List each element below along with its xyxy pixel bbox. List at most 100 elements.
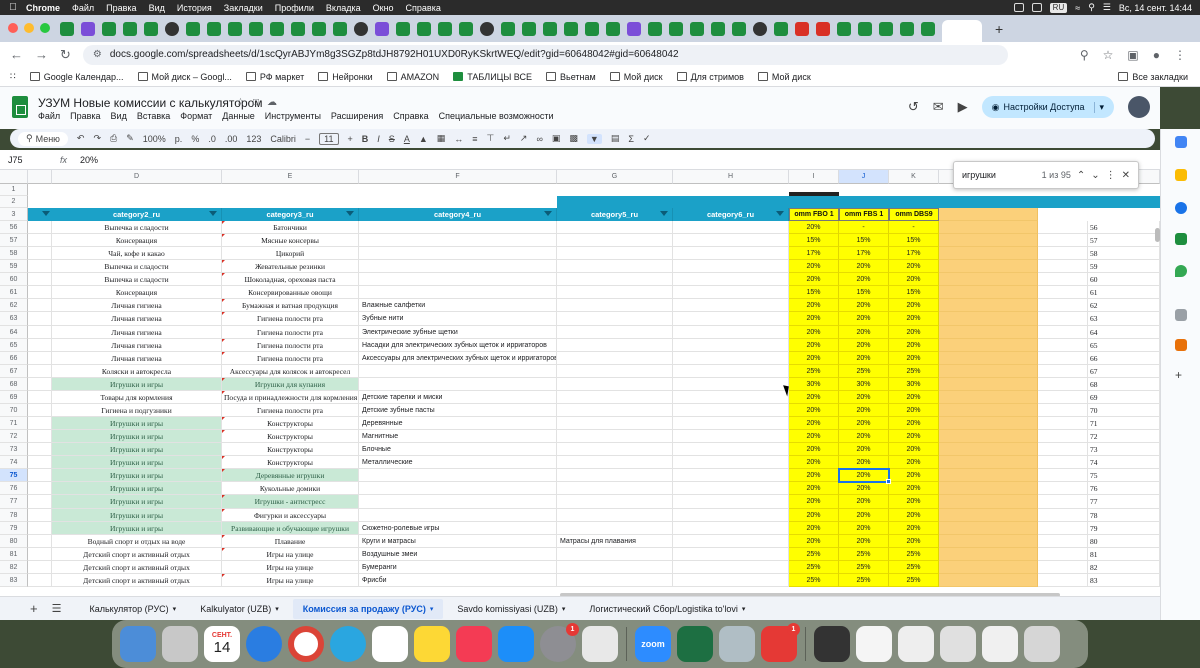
table-cell-l[interactable] xyxy=(939,534,1038,548)
row-header-1[interactable]: 1 xyxy=(0,184,28,196)
table-cell-j[interactable]: 20% xyxy=(839,312,889,326)
name-box[interactable]: J75 xyxy=(0,155,60,165)
table-cell-k[interactable]: 20% xyxy=(889,495,939,509)
bookmark-my-drive[interactable]: Мой диск – Googl... xyxy=(137,72,232,82)
table-cell-f[interactable]: Влажные салфетки xyxy=(359,299,557,313)
menu-format[interactable]: Формат xyxy=(180,111,212,121)
table-cell-k[interactable]: 20% xyxy=(889,299,939,313)
menu-file[interactable]: Файл xyxy=(38,111,60,121)
row-header-3[interactable]: 3 xyxy=(0,208,28,221)
table-cell-j[interactable]: 25% xyxy=(839,560,889,574)
browser-tab[interactable] xyxy=(921,21,935,36)
row-header[interactable]: 63 xyxy=(0,312,28,326)
table-cell-h[interactable] xyxy=(673,521,789,535)
table-cell-l[interactable] xyxy=(939,312,1038,326)
table-cell-g[interactable] xyxy=(557,377,673,391)
table-cell-m[interactable] xyxy=(1038,534,1088,548)
menu-view[interactable]: Вид xyxy=(149,3,165,13)
formula-input[interactable]: 20% xyxy=(80,155,98,165)
all-bookmarks[interactable]: Все закладки xyxy=(1118,72,1188,82)
column-header-f[interactable]: F xyxy=(359,170,557,184)
table-cell-h[interactable] xyxy=(673,534,789,548)
table-cell-e[interactable]: Гигиена полости рта xyxy=(222,351,359,365)
table-cell-m[interactable] xyxy=(1038,221,1088,235)
table-cell-e[interactable]: Игры на улице xyxy=(222,573,359,587)
table-cell[interactable] xyxy=(28,312,52,326)
table-cell-e[interactable]: Цикорий xyxy=(222,247,359,261)
table-cell-h[interactable] xyxy=(673,443,789,457)
orange-column-cell[interactable] xyxy=(939,208,1038,221)
bookmark-google-calendar[interactable]: Google Календар... xyxy=(29,72,124,82)
table-cell-l[interactable] xyxy=(939,351,1038,365)
decrease-decimal-button[interactable]: .0 xyxy=(208,134,216,144)
table-cell-l[interactable] xyxy=(939,521,1038,535)
table-cell-n[interactable]: 65 xyxy=(1088,338,1160,352)
table-cell-d[interactable]: Игрушки и игры xyxy=(52,417,222,431)
row-header[interactable]: 57 xyxy=(0,234,28,248)
battery-icon[interactable] xyxy=(1031,3,1042,12)
table-cell-e[interactable]: Гигиена полости рта xyxy=(222,338,359,352)
filter-icon[interactable] xyxy=(209,211,217,216)
table-cell-d[interactable]: Игрушки и игры xyxy=(52,456,222,470)
row-header[interactable]: 58 xyxy=(0,247,28,261)
bookmark-vietnam[interactable]: Вьетнам xyxy=(546,72,596,82)
table-cell-m[interactable] xyxy=(1038,390,1088,404)
insert-chart-icon[interactable]: ▩ xyxy=(569,133,578,144)
table-cell[interactable] xyxy=(28,573,52,587)
table-cell-k[interactable]: 20% xyxy=(889,338,939,352)
table-cell-f[interactable]: Электрические зубные щетки xyxy=(359,325,557,339)
table-cell-k[interactable]: 20% xyxy=(889,508,939,522)
browser-tab[interactable] xyxy=(207,21,221,36)
table-cell[interactable] xyxy=(28,534,52,548)
apps-grid-icon[interactable]: ∷ xyxy=(10,71,16,82)
table-cell-e[interactable]: Конструкторы xyxy=(222,430,359,444)
table-cell-m[interactable] xyxy=(1038,560,1088,574)
table-cell-i[interactable]: 15% xyxy=(789,234,839,248)
table-cell-i[interactable]: 20% xyxy=(789,351,839,365)
table-cell-e[interactable]: Мясные консервы xyxy=(222,234,359,248)
sheet-tab-calculator-rus[interactable]: Калькулятор (РУС) ▾ xyxy=(79,599,186,619)
input-language-indicator[interactable]: RU xyxy=(1049,2,1068,13)
table-cell-i[interactable]: 20% xyxy=(789,299,839,313)
table-cell-d[interactable]: Консервация xyxy=(52,234,222,248)
header-category5[interactable]: category5_ru xyxy=(557,208,673,221)
table-cell-f[interactable]: Фрисби xyxy=(359,573,557,587)
table-cell-d[interactable]: Детский спорт и активный отдых xyxy=(52,560,222,574)
table-cell-e[interactable]: Шоколадная, ореховая паста xyxy=(222,273,359,287)
browser-tab[interactable] xyxy=(522,21,536,36)
table-cell-f[interactable]: Насадки для электрических зубных щеток и… xyxy=(359,338,557,352)
table-cell-j[interactable]: 20% xyxy=(839,338,889,352)
table-cell-f[interactable] xyxy=(359,469,557,483)
table-cell-e[interactable]: Конструкторы xyxy=(222,417,359,431)
table-cell-g[interactable] xyxy=(557,364,673,378)
table-cell-m[interactable] xyxy=(1038,260,1088,274)
table-cell-k[interactable]: 20% xyxy=(889,443,939,457)
row-header[interactable]: 61 xyxy=(0,286,28,300)
table-cell-e[interactable]: Игры на улице xyxy=(222,560,359,574)
table-cell-d[interactable]: Коляски и автокресла xyxy=(52,364,222,378)
row-header[interactable]: 70 xyxy=(0,403,28,418)
table-cell-j[interactable]: 20% xyxy=(839,443,889,457)
table-cell-e[interactable]: Фигурки и аксессуары xyxy=(222,508,359,522)
browser-tab[interactable] xyxy=(816,21,830,36)
menu-app-name[interactable]: Chrome xyxy=(26,3,60,13)
table-cell-f[interactable]: Деревянные xyxy=(359,417,557,431)
table-cell-e[interactable]: Гигиена полости рта xyxy=(222,312,359,326)
zoom-icon[interactable]: ⚲ xyxy=(1080,48,1089,62)
share-button[interactable]: ◉ Настройки Доступа ▾ xyxy=(981,96,1114,118)
table-cell-l[interactable] xyxy=(939,430,1038,444)
column-header-g[interactable]: G xyxy=(557,170,673,184)
browser-tab[interactable] xyxy=(774,21,788,36)
sheet-tab-savdo-uzb[interactable]: Savdo komissiyasi (UZB) ▾ xyxy=(447,599,575,619)
table-cell-d[interactable]: Игрушки и игры xyxy=(52,482,222,496)
table-cell-m[interactable] xyxy=(1038,573,1088,587)
table-cell-h[interactable] xyxy=(673,260,789,274)
menu-clock[interactable]: Вс, 14 сент. 14:44 xyxy=(1119,3,1192,13)
table-cell-k[interactable]: 20% xyxy=(889,469,939,483)
table-cell-i[interactable]: 20% xyxy=(789,430,839,444)
text-rotation-icon[interactable]: ↗ xyxy=(520,133,528,144)
table-cell-m[interactable] xyxy=(1038,299,1088,313)
browser-tab[interactable] xyxy=(375,21,389,36)
table-cell-m[interactable] xyxy=(1038,521,1088,535)
table-cell-g[interactable] xyxy=(557,482,673,496)
